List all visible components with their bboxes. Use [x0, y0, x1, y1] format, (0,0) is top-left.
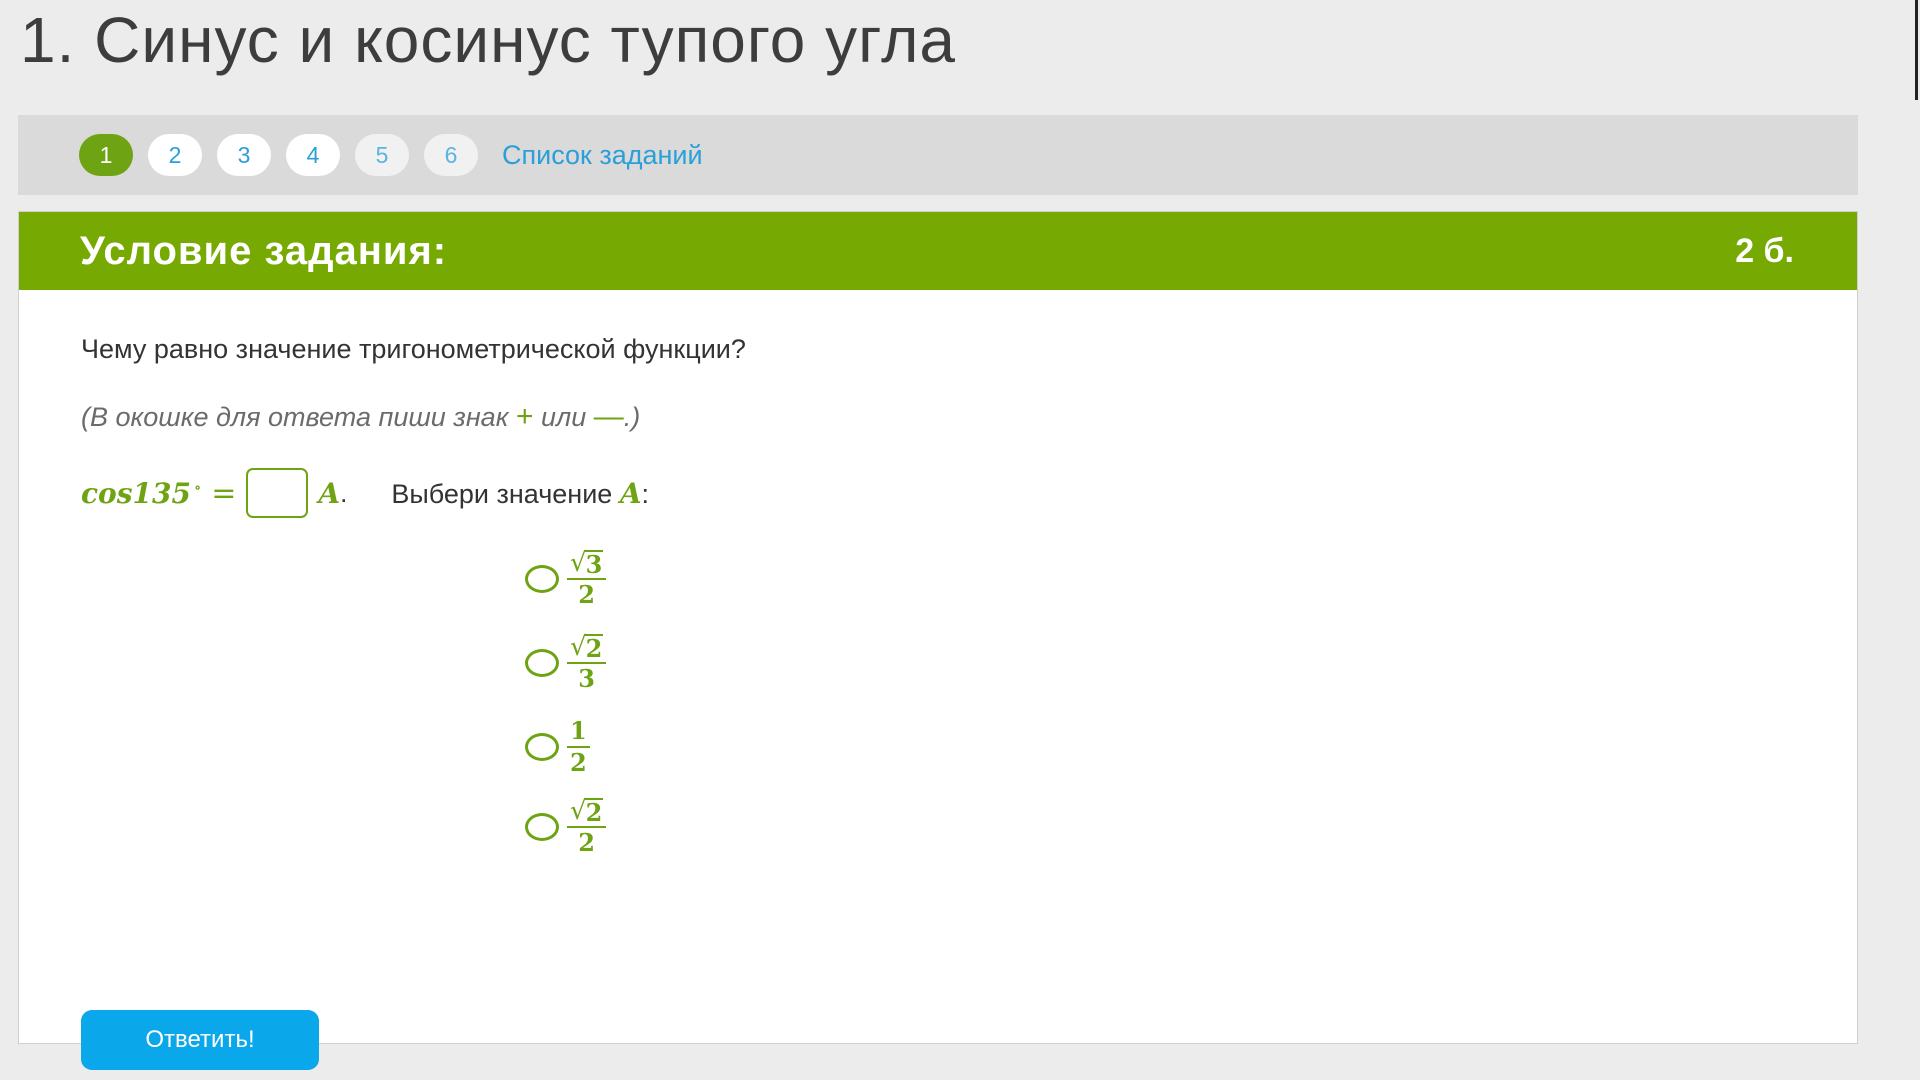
- question-text: Чему равно значение тригонометрической ф…: [81, 334, 746, 364]
- fraction: 1 2: [567, 716, 590, 778]
- answer-hint: (В окошке для ответа пиши знак + или —.): [81, 400, 640, 434]
- task-step-3[interactable]: 3: [217, 134, 271, 176]
- fraction-denominator: 2: [570, 748, 587, 777]
- fraction-numerator: √ 3: [567, 548, 606, 578]
- task-step-1[interactable]: 1: [79, 134, 133, 176]
- fraction-denominator: 3: [578, 664, 595, 693]
- choose-label-colon: :: [641, 478, 650, 509]
- task-list-link[interactable]: Список заданий: [502, 140, 703, 171]
- radicand: 3: [584, 550, 604, 579]
- fraction: √ 3 2: [567, 548, 607, 610]
- equation-period: .: [340, 477, 348, 508]
- equation-variable: A: [318, 476, 341, 510]
- trig-equation: cos135 ∘ = A . Выбери значение A:: [81, 466, 649, 520]
- sign-answer-input[interactable]: [246, 468, 309, 518]
- equation-function: cos135 ∘: [81, 477, 201, 510]
- task-card-header: Условие задания: 2 б.: [19, 212, 1857, 290]
- hint-text-middle: или: [533, 402, 594, 432]
- function-text: cos135: [81, 476, 191, 510]
- radio-button[interactable]: [525, 733, 559, 761]
- radio-button[interactable]: [525, 813, 559, 841]
- task-card: Условие задания: 2 б. Чему равно значени…: [18, 211, 1858, 1070]
- fraction: √ 2 2: [567, 796, 607, 858]
- hint-text-start: (В окошке для ответа пиши знак: [81, 402, 516, 432]
- task-points: 2 б.: [1735, 231, 1794, 270]
- radicand: 2: [584, 798, 604, 827]
- fraction-denominator: 2: [578, 580, 595, 609]
- window-edge: [1915, 0, 1918, 100]
- answer-option-sqrt2-over-3[interactable]: √ 2 3: [525, 632, 607, 694]
- radio-button[interactable]: [525, 565, 559, 593]
- fraction-denominator: 2: [578, 828, 595, 857]
- fraction-numerator: √ 2: [567, 632, 606, 662]
- task-step-4[interactable]: 4: [286, 134, 340, 176]
- answer-option-1-over-2[interactable]: 1 2: [525, 716, 590, 778]
- degree-symbol: ∘: [193, 480, 202, 497]
- answer-option-sqrt2-over-2[interactable]: √ 2 2: [525, 796, 607, 858]
- fraction: √ 2 3: [567, 632, 607, 694]
- hint-text-end: .): [623, 402, 641, 432]
- equals-sign: =: [211, 475, 237, 511]
- submit-answer-button[interactable]: Ответить!: [81, 1010, 319, 1070]
- choose-value-label: Выбери значение A:: [391, 477, 649, 510]
- fraction-numerator: 1: [570, 716, 587, 745]
- task-condition-title: Условие задания:: [80, 228, 448, 273]
- page-title: 1. Синус и косинус тупого угла: [20, 4, 956, 76]
- answer-option-sqrt3-over-2[interactable]: √ 3 2: [525, 548, 607, 610]
- task-step-6[interactable]: 6: [424, 134, 478, 176]
- task-navigation: 1 2 3 4 5 6 Список заданий: [18, 115, 1858, 195]
- plus-sign: +: [515, 400, 534, 433]
- choose-label-variable: A: [619, 476, 642, 510]
- task-step-5[interactable]: 5: [355, 134, 409, 176]
- radio-button[interactable]: [525, 649, 559, 677]
- fraction-numerator: √ 2: [567, 796, 606, 826]
- minus-sign: —: [593, 400, 624, 433]
- task-step-2[interactable]: 2: [148, 134, 202, 176]
- choose-label-text: Выбери значение: [391, 478, 620, 509]
- radicand: 2: [584, 634, 604, 663]
